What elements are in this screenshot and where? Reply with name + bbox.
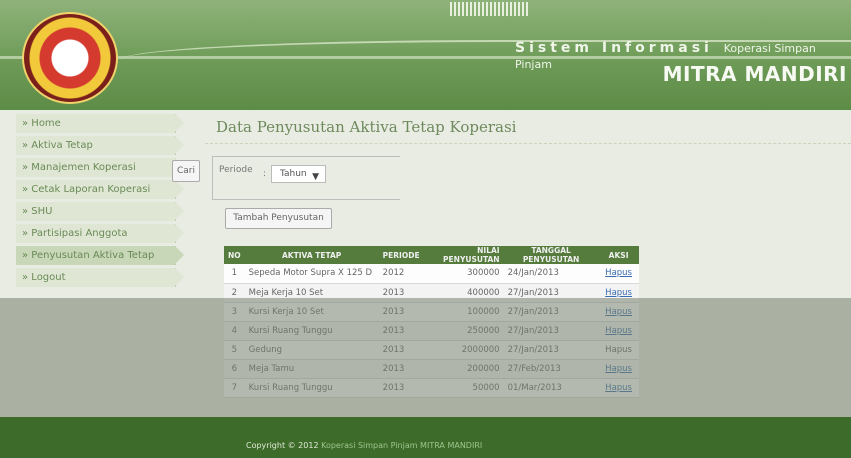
col-header-aktiva: AKTIVA TETAP (244, 246, 379, 264)
cell-no: 4 (224, 321, 245, 341)
cell-no: 7 (224, 378, 245, 398)
cell-tanggal: 27/Jan/2013 (503, 283, 599, 303)
cell-nilai: 2000000 (423, 340, 504, 360)
brand-name: MITRA MANDIRI (662, 62, 847, 86)
sidebar-item-home[interactable]: » Home (16, 114, 184, 133)
cell-nilai: 300000 (423, 264, 504, 284)
table-row: 7 Kursi Ruang Tunggu 2013 50000 01/Mar/2… (224, 378, 639, 398)
period-select[interactable]: Tahun ▼ (271, 165, 326, 183)
cell-no: 6 (224, 359, 245, 379)
cell-aktiva: Sepeda Motor Supra X 125 D (244, 264, 379, 284)
system-title-text: Sistem Informasi (515, 40, 713, 56)
table-header-row: NO AKTIVA TETAP PERIODE NILAI PENYUSUTAN… (224, 246, 639, 264)
delete-link[interactable]: Hapus (605, 288, 632, 298)
footer-org-link[interactable]: Koperasi Simpan Pinjam MITRA MANDIRI (321, 441, 482, 450)
delete-link[interactable]: Hapus (605, 268, 632, 278)
cell-periode: 2012 (378, 264, 424, 284)
cell-tanggal: 27/Jan/2013 (503, 340, 599, 360)
cell-aktiva: Kursi Kerja 10 Set (244, 302, 379, 322)
page-title: Data Penyusutan Aktiva Tetap Koperasi (216, 118, 517, 136)
col-header-tanggal: TANGGAL PENYUSUTAN (503, 246, 599, 264)
cell-no: 2 (224, 283, 245, 303)
cell-nilai: 50000 (423, 378, 504, 398)
sidebar-item-partisipasi-anggota[interactable]: » Partisipasi Anggota (16, 224, 184, 243)
cell-tanggal: 24/Jan/2013 (503, 264, 599, 284)
copyright-text: Copyright © 2012 Koperasi Simpan Pinjam … (246, 441, 482, 450)
cell-periode: 2013 (378, 359, 424, 379)
cell-nilai: 100000 (423, 302, 504, 322)
cell-periode: 2013 (378, 321, 424, 341)
sidebar-nav: » Home » Aktiva Tetap » Manajemen Kopera… (16, 114, 184, 290)
cell-aktiva: Meja Kerja 10 Set (244, 283, 379, 303)
table-row: 1 Sepeda Motor Supra X 125 D 2012 300000… (224, 264, 639, 284)
sidebar-item-logout[interactable]: » Logout (16, 268, 184, 287)
col-header-nilai: NILAI PENYUSUTAN (423, 246, 504, 264)
delete-link[interactable]: Hapus (605, 364, 632, 374)
cell-tanggal: 27/Jan/2013 (503, 302, 599, 322)
cell-nilai: 250000 (423, 321, 504, 341)
table-row: 5 Gedung 2013 2000000 27/Jan/2013 Hapus (224, 340, 639, 360)
delete-link[interactable]: Hapus (605, 326, 632, 336)
col-header-periode: PERIODE (378, 246, 424, 264)
search-button[interactable]: Cari (172, 160, 200, 182)
copyright-year: Copyright © 2012 (246, 441, 319, 450)
site-footer: Copyright © 2012 Koperasi Simpan Pinjam … (0, 417, 851, 458)
cell-tanggal: 01/Mar/2013 (503, 378, 599, 398)
chevron-down-icon: ▼ (312, 172, 319, 182)
table-row: 6 Meja Tamu 2013 200000 27/Feb/2013 Hapu… (224, 359, 639, 379)
cell-periode: 2013 (378, 283, 424, 303)
period-colon: : (263, 169, 267, 179)
period-filter: Periode : Tahun ▼ (212, 156, 400, 200)
delete-link[interactable]: Hapus (605, 307, 632, 317)
depreciation-table: NO AKTIVA TETAP PERIODE NILAI PENYUSUTAN… (224, 246, 639, 398)
sidebar-item-shu[interactable]: » SHU (16, 202, 184, 221)
delete-link[interactable]: Hapus (605, 345, 632, 355)
sidebar-item-manajemen-koperasi[interactable]: » Manajemen Koperasi (16, 158, 184, 177)
sidebar-item-aktiva-tetap[interactable]: » Aktiva Tetap (16, 136, 184, 155)
title-divider (205, 143, 851, 144)
site-header: Sistem Informasi Koperasi Simpan Pinjam … (0, 0, 851, 110)
col-header-no: NO (224, 246, 245, 264)
cell-no: 1 (224, 264, 245, 284)
add-depreciation-button[interactable]: Tambah Penyusutan (225, 208, 332, 229)
cell-aktiva: Kursi Ruang Tunggu (244, 378, 379, 398)
cell-no: 3 (224, 302, 245, 322)
sidebar-item-cetak-laporan[interactable]: » Cetak Laporan Koperasi (16, 180, 184, 199)
cell-periode: 2013 (378, 378, 424, 398)
main-content: Data Penyusutan Aktiva Tetap Koperasi (205, 114, 851, 136)
cell-aktiva: Kursi Ruang Tunggu (244, 321, 379, 341)
cell-tanggal: 27/Feb/2013 (503, 359, 599, 379)
period-select-value: Tahun (280, 169, 307, 179)
cell-nilai: 400000 (423, 283, 504, 303)
cell-tanggal: 27/Jan/2013 (503, 321, 599, 341)
delete-link[interactable]: Hapus (605, 383, 632, 393)
cell-no: 5 (224, 340, 245, 360)
cell-aktiva: Gedung (244, 340, 379, 360)
cooperative-logo-icon (22, 12, 118, 104)
table-row: 3 Kursi Kerja 10 Set 2013 100000 27/Jan/… (224, 302, 639, 322)
cell-nilai: 200000 (423, 359, 504, 379)
cell-periode: 2013 (378, 302, 424, 322)
col-header-aksi: AKSI (598, 246, 639, 264)
table-row: 4 Kursi Ruang Tunggu 2013 250000 27/Jan/… (224, 321, 639, 341)
cell-aktiva: Meja Tamu (244, 359, 379, 379)
cell-periode: 2013 (378, 340, 424, 360)
period-label: Periode (219, 165, 253, 175)
table-row: 2 Meja Kerja 10 Set 2013 400000 27/Jan/2… (224, 283, 639, 303)
barcode-decoration (450, 2, 530, 16)
sidebar-item-penyusutan[interactable]: » Penyusutan Aktiva Tetap (16, 246, 184, 265)
